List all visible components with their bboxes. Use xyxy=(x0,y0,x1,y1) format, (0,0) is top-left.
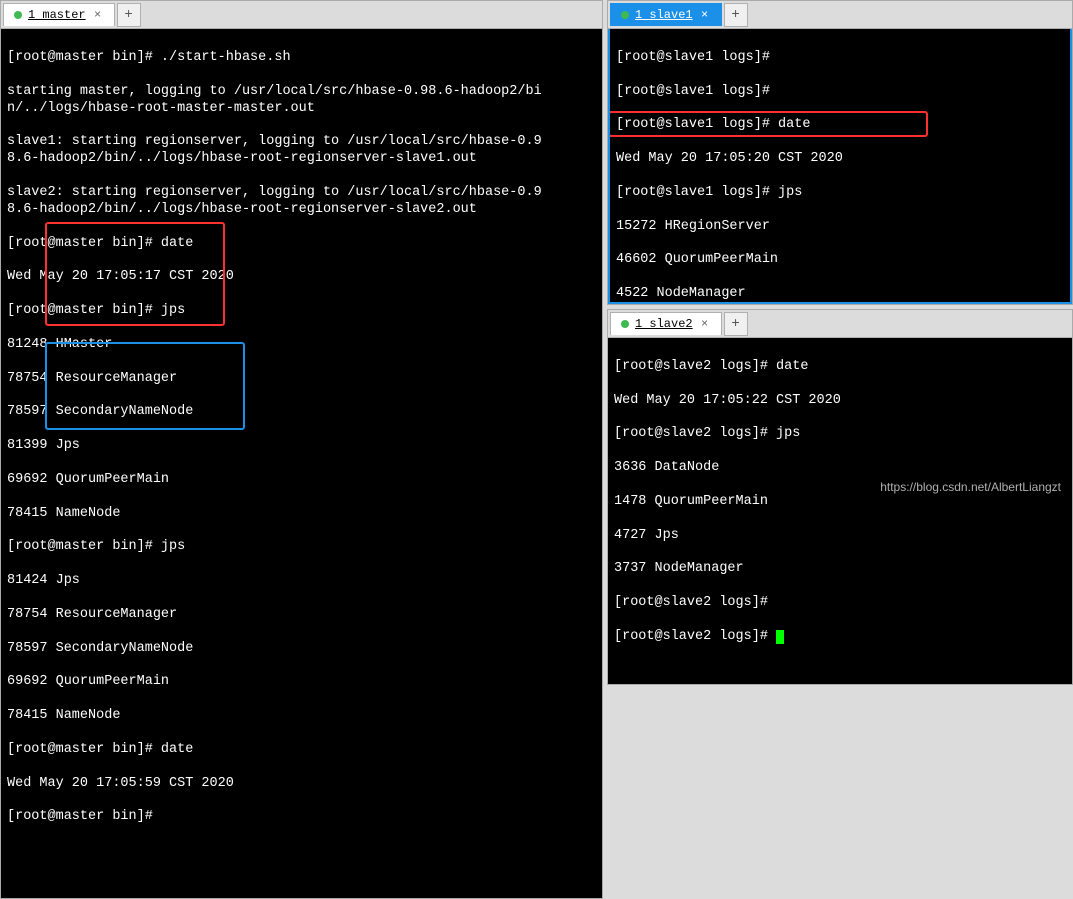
terminal-line: [root@slave1 logs]# xyxy=(616,84,1064,101)
terminal-line: [root@slave2 logs]# jps xyxy=(614,426,1066,443)
terminal-line: 3737 NodeManager xyxy=(614,561,1066,578)
terminal-line: 81248 HMaster xyxy=(7,337,596,354)
terminal-line: 78597 SecondaryNameNode xyxy=(7,641,596,658)
tab-label: 1 master xyxy=(28,8,86,22)
status-dot-icon xyxy=(14,11,22,19)
tab-bar-master: 1 master × + xyxy=(1,1,602,29)
tab-bar-slave1: 1 slave1 × + xyxy=(608,1,1072,29)
plus-icon: + xyxy=(731,316,739,332)
terminal-line: 1478 QuorumPeerMain xyxy=(614,494,1066,511)
terminal-line: [root@master bin]# date xyxy=(7,742,596,759)
tab-bar-slave2: 1 slave2 × + xyxy=(608,310,1072,338)
terminal-line: [root@slave1 logs]# jps xyxy=(616,185,1064,202)
terminal-line: [root@master bin]# date xyxy=(7,236,596,253)
terminal-line: [root@master bin]# ./start-hbase.sh xyxy=(7,50,596,67)
status-dot-icon xyxy=(621,320,629,328)
add-tab-button[interactable]: + xyxy=(724,312,748,336)
terminal-line: Wed May 20 17:05:22 CST 2020 xyxy=(614,393,1066,410)
tab-slave1[interactable]: 1 slave1 × xyxy=(610,3,722,26)
terminal-slave1[interactable]: [root@slave1 logs]# [root@slave1 logs]# … xyxy=(608,29,1072,304)
close-icon[interactable]: × xyxy=(92,9,104,21)
terminal-line: [root@master bin]# jps xyxy=(7,539,596,556)
terminal-line: 15272 HRegionServer xyxy=(616,219,1064,236)
terminal-line: Wed May 20 17:05:59 CST 2020 xyxy=(7,776,596,793)
terminal-line: 46602 QuorumPeerMain xyxy=(616,252,1064,269)
terminal-line: 78754 ResourceManager xyxy=(7,607,596,624)
terminal-line: [root@slave1 logs]# xyxy=(616,50,1064,67)
terminal-line: Wed May 20 17:05:20 CST 2020 xyxy=(616,151,1064,168)
terminal-line: 78415 NameNode xyxy=(7,506,596,523)
terminal-line: 3636 DataNode xyxy=(614,460,1066,477)
terminal-line: 69692 QuorumPeerMain xyxy=(7,472,596,489)
terminal-line: 69692 QuorumPeerMain xyxy=(7,674,596,691)
plus-icon: + xyxy=(124,7,132,23)
add-tab-button[interactable]: + xyxy=(724,3,748,27)
cursor-icon xyxy=(776,630,784,644)
status-dot-icon xyxy=(621,11,629,19)
terminal-line: starting master, logging to /usr/local/s… xyxy=(7,84,596,118)
tab-slave2[interactable]: 1 slave2 × xyxy=(610,312,722,335)
terminal-line: 4522 NodeManager xyxy=(616,286,1064,303)
terminal-line: 81424 Jps xyxy=(7,573,596,590)
terminal-line: 78415 NameNode xyxy=(7,708,596,725)
terminal-line: slave2: starting regionserver, logging t… xyxy=(7,185,596,219)
tab-label: 1 slave1 xyxy=(635,8,693,22)
tab-label: 1 slave2 xyxy=(635,317,693,331)
tab-master[interactable]: 1 master × xyxy=(3,3,115,26)
terminal-line: [root@master bin]# jps xyxy=(7,303,596,320)
terminal-line: 78597 SecondaryNameNode xyxy=(7,404,596,421)
close-icon[interactable]: × xyxy=(699,318,711,330)
terminal-line: slave1: starting regionserver, logging t… xyxy=(7,134,596,168)
terminal-line: [root@slave2 logs]# date xyxy=(614,359,1066,376)
add-tab-button[interactable]: + xyxy=(117,3,141,27)
close-icon[interactable]: × xyxy=(699,9,711,21)
terminal-line: [root@slave2 logs]# xyxy=(614,629,1066,646)
terminal-line: Wed May 20 17:05:17 CST 2020 xyxy=(7,269,596,286)
plus-icon: + xyxy=(731,7,739,23)
terminal-line: [root@master bin]# xyxy=(7,809,596,826)
terminal-master[interactable]: [root@master bin]# ./start-hbase.sh star… xyxy=(1,29,602,898)
terminal-line: 78754 ResourceManager xyxy=(7,371,596,388)
terminal-line: 81399 Jps xyxy=(7,438,596,455)
terminal-slave2[interactable]: [root@slave2 logs]# date Wed May 20 17:0… xyxy=(608,338,1072,684)
terminal-line: [root@slave2 logs]# xyxy=(614,595,1066,612)
terminal-line: [root@slave1 logs]# date xyxy=(616,117,1064,134)
terminal-line: 4727 Jps xyxy=(614,528,1066,545)
prompt-text: [root@slave2 logs]# xyxy=(614,629,776,644)
